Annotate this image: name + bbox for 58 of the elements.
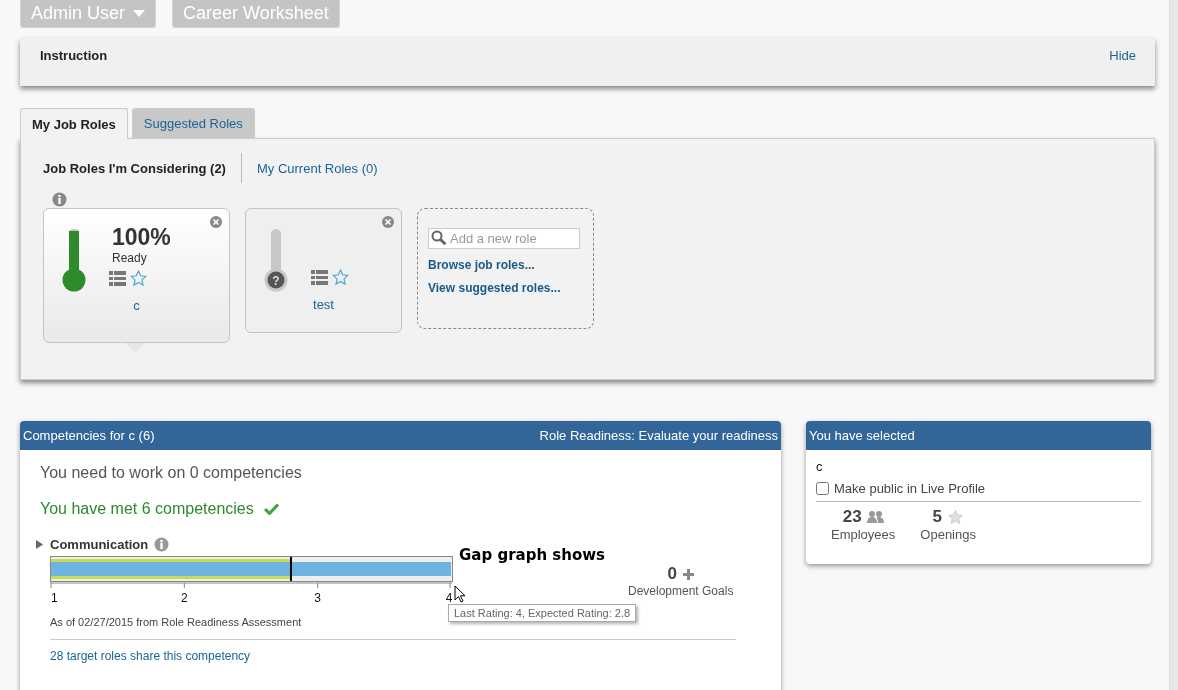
hide-link[interactable]: Hide [1109, 48, 1136, 86]
cursor-icon [454, 585, 466, 603]
stat-label: Employees [831, 527, 896, 542]
panel-title: Competencies for c (6) [23, 428, 155, 443]
tab[interactable]: My Job Roles [20, 108, 128, 139]
role-card[interactable]: 100% Ready c [43, 208, 230, 343]
unknown-mark: ? [272, 274, 280, 288]
check-icon [263, 503, 279, 515]
tick-label: 1 [51, 591, 58, 605]
stat-value: 23 [842, 507, 862, 527]
goals-count: 0 [667, 564, 677, 584]
plus-icon[interactable] [682, 568, 694, 580]
tick-label: 3 [314, 591, 321, 605]
goals-label: Development Goals [628, 584, 734, 598]
card-pointer [125, 343, 145, 352]
role-card[interactable]: ? test [245, 208, 402, 333]
add-role-field[interactable]: Add a new role [428, 228, 580, 249]
expand-icon[interactable] [35, 540, 44, 549]
people-icon [866, 509, 884, 525]
info-icon[interactable] [154, 537, 170, 552]
caret-icon [133, 9, 146, 17]
met-summary: You have met 6 competencies [40, 500, 254, 518]
tab[interactable]: Suggested Roles [131, 108, 255, 138]
annotation-label: Gap graph shows [459, 546, 605, 564]
star-icon [946, 509, 964, 525]
scrollbar[interactable] [1169, 0, 1178, 690]
readiness-status: Ready [112, 251, 147, 265]
tick-label: 4 [445, 591, 453, 605]
tooltip: Last Rating: 4, Expected Rating: 2.8 [448, 604, 637, 622]
summary-text: You need to work on 0 competencies [40, 464, 303, 482]
checkbox-label: Make public in Live Profile [834, 481, 986, 496]
role-name-link[interactable]: test [313, 297, 334, 312]
info-icon[interactable] [52, 192, 67, 207]
star-icon[interactable] [130, 270, 147, 287]
tick-label: 2 [181, 591, 188, 605]
instruction-title: Instruction [40, 48, 108, 65]
public-checkbox[interactable] [816, 482, 829, 495]
thermometer-icon [62, 229, 86, 292]
competency-name[interactable]: Communication [50, 537, 149, 552]
selected-role: c [816, 459, 824, 474]
panel-title: You have selected [809, 428, 915, 443]
sub-tab[interactable]: My Current Roles (0) [256, 153, 393, 183]
search-icon [431, 230, 447, 246]
close-icon[interactable] [210, 216, 222, 228]
share-link[interactable]: 28 target roles share this competency [50, 649, 251, 663]
readiness-link[interactable]: Role Readiness: Evaluate your readiness [539, 428, 778, 443]
role-link[interactable]: Browse job roles... [428, 258, 535, 272]
stat-value: 5 [932, 507, 942, 527]
role-link[interactable]: View suggested roles... [428, 281, 561, 295]
assessment-date: As of 02/27/2015 from Role Readiness Assessment [50, 616, 302, 628]
star-icon[interactable] [332, 269, 349, 286]
list-icon[interactable] [311, 269, 328, 286]
readiness-percent: 100% [112, 224, 171, 251]
list-icon[interactable] [109, 270, 126, 287]
role-name-link[interactable]: c [133, 298, 140, 313]
stat-label: Openings [920, 527, 976, 542]
close-icon[interactable] [382, 216, 394, 228]
sub-tab[interactable]: Job Roles I'm Considering (2) [43, 153, 242, 183]
